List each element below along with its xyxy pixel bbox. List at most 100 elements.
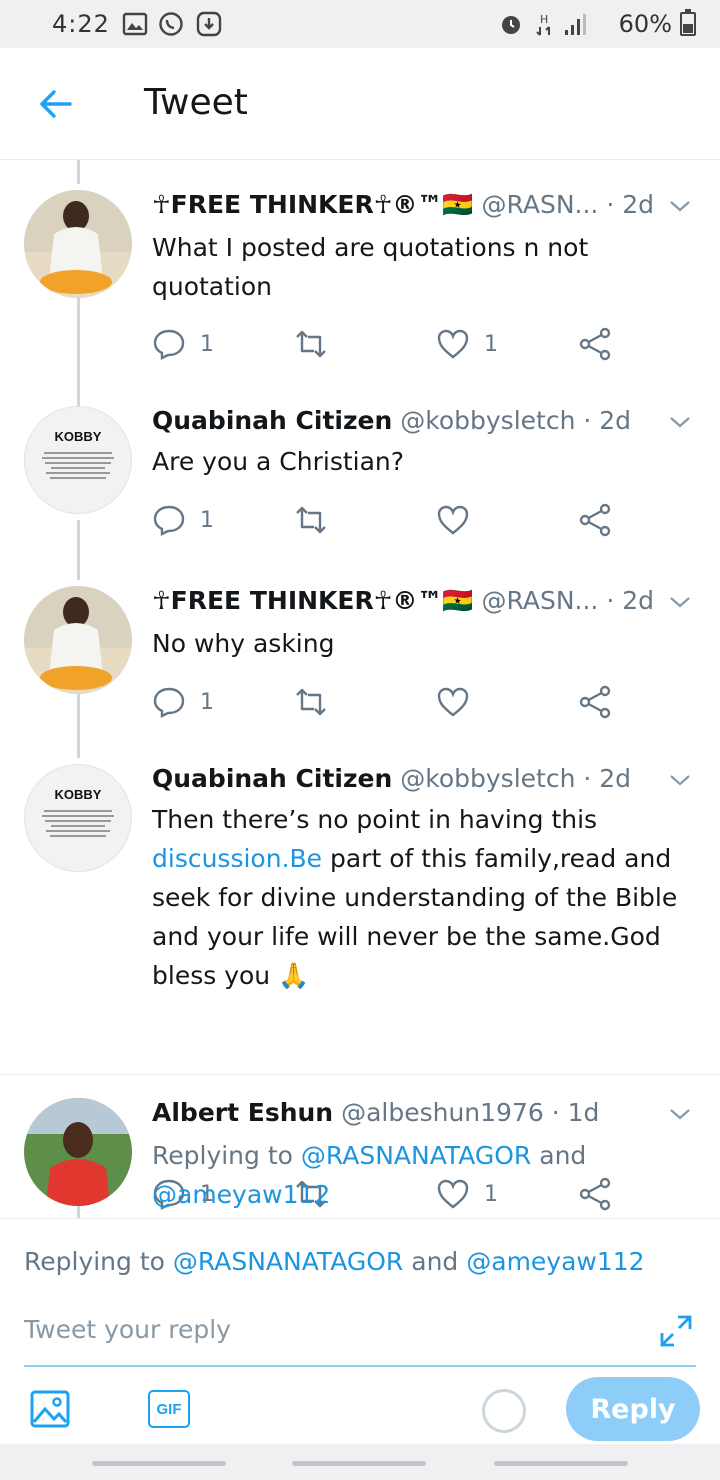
dot-separator: · (606, 586, 623, 615)
reply-button[interactable]: Reply (566, 1377, 700, 1441)
reply-count: 1 (200, 689, 214, 715)
tweet-actions: 1 (152, 682, 622, 722)
tweet-text: What I posted are quotations n not quota… (152, 233, 589, 301)
user-handle[interactable]: @RASN... (481, 190, 598, 219)
reply-composer: Replying to @RASNANATAGOR and @ameyaw112… (0, 1218, 720, 1444)
reply-icon (153, 329, 185, 360)
input-underline (24, 1365, 696, 1367)
retweet-action[interactable] (294, 500, 342, 540)
mention-link[interactable]: @RASNANATAGOR (301, 1141, 531, 1170)
tweet-text: No why asking (152, 629, 335, 658)
thread-connector (77, 1206, 80, 1218)
avatar[interactable] (24, 190, 132, 298)
reply-icon (153, 505, 185, 536)
expand-icon[interactable] (656, 1311, 696, 1351)
mention-link[interactable]: @RASNANATAGOR (173, 1247, 403, 1276)
divider (0, 1074, 720, 1075)
replying-to: Replying to @RASNANATAGOR and @ameyaw112 (152, 1136, 700, 1214)
mention-link[interactable]: @ameyaw112 (466, 1247, 644, 1276)
user-handle[interactable]: @kobbysletch (400, 764, 575, 793)
user-handle[interactable]: @RASN... (481, 586, 598, 615)
display-name[interactable]: Quabinah Citizen (152, 406, 392, 435)
avatar[interactable]: KOBBY (24, 406, 132, 514)
dot-separator: · (551, 1098, 568, 1127)
signal-icon (565, 14, 586, 35)
thread-connector (77, 694, 80, 758)
reply-action[interactable]: 1 (152, 324, 214, 364)
tweet-thread[interactable]: ☥FREE THINKER☥®™🇬🇭 @RASN... · 2d What I … (0, 160, 720, 1218)
avatar-text: KOBBY (54, 787, 102, 802)
display-name[interactable]: Albert Eshun (152, 1098, 333, 1127)
nav-back[interactable] (494, 1461, 628, 1466)
status-time: 4:22 (52, 10, 110, 38)
share-action[interactable] (578, 682, 612, 722)
tweet-actions: 1 1 (152, 324, 622, 364)
retweet-action[interactable] (294, 682, 342, 722)
display-name[interactable]: ☥FREE THINKER☥®™🇬🇭 (152, 586, 474, 615)
data-icon: H (536, 13, 550, 36)
replying-prefix: Replying to (152, 1141, 301, 1170)
nav-recents[interactable] (92, 1461, 226, 1466)
battery-icon (680, 9, 696, 36)
retweet-icon (296, 330, 326, 358)
gif-button[interactable]: GIF (148, 1390, 190, 1428)
reply-input[interactable]: Tweet your reply (24, 1315, 231, 1344)
retweet-action[interactable] (294, 324, 342, 364)
page-title: Tweet (144, 82, 248, 123)
alarm-icon (502, 16, 520, 34)
tweet-text-part: Then there’s no point in having this (152, 805, 598, 834)
retweet-icon (296, 506, 326, 534)
user-handle[interactable]: @kobbysletch (400, 406, 575, 435)
like-action[interactable] (436, 500, 484, 540)
tweet-link[interactable]: discussion.Be (152, 844, 322, 873)
reply-action[interactable]: 1 (152, 682, 214, 722)
tweet-time: 1d (567, 1098, 600, 1127)
mention-link[interactable]: @ameyaw112 (152, 1180, 330, 1209)
avatar[interactable] (24, 1098, 132, 1206)
status-bar: 4:22 H 60% (0, 0, 720, 48)
user-handle[interactable]: @albeshun1976 (341, 1098, 544, 1127)
thread-connector (77, 160, 80, 184)
reply-icon (153, 687, 185, 718)
reply-count: 1 (200, 507, 214, 533)
share-action[interactable] (578, 500, 612, 540)
tweet-text: Then there’s no point in having this dis… (152, 800, 700, 995)
back-arrow-icon[interactable] (36, 84, 76, 124)
svg-text:H: H (540, 13, 548, 26)
tweet-time: 2d (599, 406, 632, 435)
display-name[interactable]: ☥FREE THINKER☥®™🇬🇭 (152, 190, 474, 219)
whatsapp-icon (159, 12, 183, 36)
chevron-down-icon[interactable] (668, 194, 692, 218)
tweet-header: ☥FREE THINKER☥®™🇬🇭 @RASN... · 2d (152, 190, 654, 220)
avatar[interactable] (24, 586, 132, 694)
chevron-down-icon[interactable] (668, 768, 692, 792)
replying-and: and (403, 1247, 467, 1276)
heart-icon (437, 687, 469, 717)
display-name[interactable]: Quabinah Citizen (152, 764, 392, 793)
avatar-text: KOBBY (54, 429, 102, 444)
image-icon[interactable] (30, 1389, 70, 1429)
heart-icon (437, 505, 469, 535)
tweet-text: Are you a Christian? (152, 447, 405, 476)
header: Tweet (0, 48, 720, 160)
chevron-down-icon[interactable] (668, 590, 692, 614)
like-count: 1 (484, 331, 498, 357)
tweet-header: ☥FREE THINKER☥®™🇬🇭 @RASN... · 2d (152, 586, 654, 616)
chevron-down-icon[interactable] (668, 1102, 692, 1126)
tweet-header: Quabinah Citizen @kobbysletch · 2d (152, 764, 631, 793)
dot-separator: · (583, 406, 600, 435)
share-action[interactable] (578, 324, 612, 364)
avatar-text-lines (40, 807, 116, 840)
like-action[interactable]: 1 (436, 324, 498, 364)
heart-icon (437, 329, 469, 359)
reply-action[interactable]: 1 (152, 500, 214, 540)
thread-connector (77, 520, 80, 580)
nav-home[interactable] (292, 1461, 426, 1466)
battery-percent: 60% (618, 10, 672, 38)
chevron-down-icon[interactable] (668, 410, 692, 434)
avatar[interactable]: KOBBY (24, 764, 132, 872)
tweet-time: 2d (622, 586, 654, 615)
like-action[interactable] (436, 682, 484, 722)
share-icon (579, 503, 611, 537)
tweet-actions: 1 (152, 500, 622, 540)
